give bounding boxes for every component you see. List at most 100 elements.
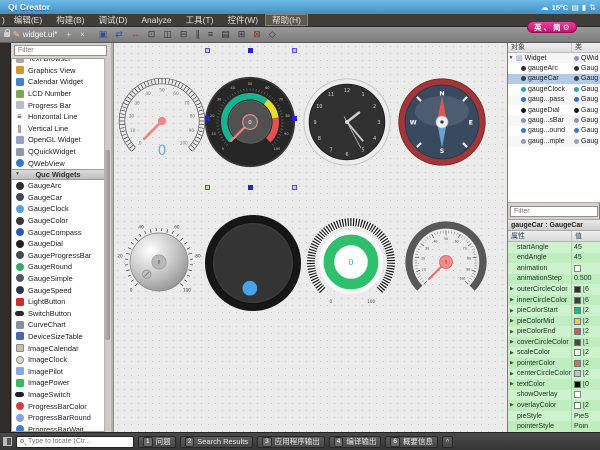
selection-handle[interactable] bbox=[205, 48, 210, 53]
tree-row-gaugeArc[interactable]: gaugeArcGaug bbox=[508, 63, 600, 73]
expand-arrow-icon[interactable]: ▶ bbox=[510, 381, 515, 387]
property-row-scaleColor[interactable]: ▶scaleColor[2 bbox=[508, 347, 600, 358]
property-value[interactable]: 0.500 bbox=[572, 275, 592, 282]
palette-item-ImageSwitch[interactable]: ImageSwitch bbox=[12, 389, 104, 401]
expand-arrow-icon[interactable]: ▶ bbox=[510, 308, 515, 314]
palette-item-ProgressBar[interactable]: Progress Bar bbox=[12, 99, 104, 111]
selection-handle[interactable] bbox=[292, 116, 297, 121]
property-value[interactable]: [6 bbox=[572, 297, 589, 304]
palette-item-GaugeClock[interactable]: GaugeClock bbox=[12, 203, 104, 215]
menu-item-[interactable]: ) bbox=[0, 14, 7, 26]
break-layout-icon[interactable]: ⊠ bbox=[253, 27, 261, 42]
palette-item-LCDNumber[interactable]: LCD Number bbox=[12, 88, 104, 100]
property-value[interactable] bbox=[572, 391, 581, 398]
checkbox[interactable] bbox=[574, 265, 581, 272]
ime-badge[interactable]: 英 、 简 ⚙ bbox=[527, 21, 577, 33]
menu-item-t[interactable]: 工具(T) bbox=[179, 14, 221, 26]
palette-item-ProgressBarWait[interactable]: ProgressBarWait bbox=[12, 423, 104, 432]
expand-arrow-icon[interactable]: ▼ bbox=[508, 55, 514, 61]
expand-arrow-icon[interactable]: ▶ bbox=[510, 318, 515, 324]
palette-item-ImagePower[interactable]: ImagePower bbox=[12, 377, 104, 389]
selection-handle[interactable] bbox=[292, 185, 297, 190]
selection-handle[interactable] bbox=[205, 116, 210, 121]
palette-item-GaugeCompass[interactable]: GaugeCompass bbox=[12, 226, 104, 238]
property-row-showOverlay[interactable]: showOverlay bbox=[508, 390, 600, 401]
selection-handle[interactable] bbox=[292, 48, 297, 53]
palette-item-ImageCalendar[interactable]: ImageCalendar bbox=[12, 342, 104, 354]
selection-handle[interactable] bbox=[248, 48, 253, 53]
edit-buddies-icon[interactable]: ↔ bbox=[131, 27, 140, 42]
palette-item-ImageClock[interactable]: ImageClock bbox=[12, 354, 104, 366]
checkbox[interactable] bbox=[574, 391, 581, 398]
canvas-widget-gaugeCar[interactable]: 01020304050607080901000 bbox=[204, 76, 296, 168]
property-row-pieColorStart[interactable]: ▶pieColorStart[2 bbox=[508, 305, 600, 316]
expand-arrow-icon[interactable]: ▶ bbox=[510, 371, 515, 377]
tree-row-gaugsBar[interactable]: gaug...sBarGaug bbox=[508, 115, 600, 125]
palette-scrollbar-thumb[interactable] bbox=[105, 150, 110, 340]
property-value[interactable]: [2 bbox=[572, 328, 589, 335]
palette-item-GaugeSimple[interactable]: GaugeSimple bbox=[12, 273, 104, 285]
palette-item-VerticalLine[interactable]: ∥Vertical Line bbox=[12, 123, 104, 135]
canvas-widget-gaugeArc[interactable]: 01020304050607080901000 bbox=[116, 75, 208, 167]
menu-item-e[interactable]: 编辑(E) bbox=[7, 14, 49, 26]
ime-gear-icon[interactable]: ⚙ bbox=[563, 23, 570, 32]
output-pane-button-6[interactable]: 6概要信息 bbox=[385, 436, 438, 448]
property-row-innerCircleColor[interactable]: ▶innerCircleColor[6 bbox=[508, 295, 600, 306]
palette-item-GaugeRound[interactable]: GaugeRound bbox=[12, 261, 104, 273]
palette-item-ProgressBarColor[interactable]: ProgressBarColor bbox=[12, 400, 104, 412]
edit-widgets-icon[interactable]: ▣ bbox=[99, 27, 108, 42]
battery-icon[interactable]: ▮ bbox=[582, 3, 586, 12]
palette-item-GaugeDial[interactable]: GaugeDial bbox=[12, 238, 104, 250]
float-tab-button[interactable]: + bbox=[66, 30, 71, 39]
property-row-pieStyle[interactable]: pieStylePieS bbox=[508, 411, 600, 422]
palette-item-GaugeProgressBar[interactable]: GaugeProgressBar bbox=[12, 250, 104, 262]
layout-splitter-horizontal-icon[interactable]: ∥ bbox=[195, 27, 200, 42]
tree-row-gaugeDial[interactable]: gaugeDialGaug bbox=[508, 105, 600, 115]
property-value[interactable]: Poin bbox=[572, 423, 588, 430]
output-pane-button-1[interactable]: 1问题 bbox=[138, 436, 176, 448]
palette-item-LightButton[interactable]: LightButton bbox=[12, 296, 104, 308]
palette-item-GaugeCar[interactable]: GaugeCar bbox=[12, 192, 104, 204]
output-pane-button-3[interactable]: 3应用程序输出 bbox=[257, 436, 325, 448]
expand-output-button[interactable]: ^ bbox=[442, 436, 453, 448]
layout-vertical-icon[interactable]: ⊟ bbox=[180, 27, 188, 42]
palette-item-GaugeArc[interactable]: GaugeArc bbox=[12, 180, 104, 192]
canvas-widget-gaugeClock[interactable]: 123456789101112 bbox=[302, 77, 392, 167]
property-row-textColor[interactable]: ▶textColor[0 bbox=[508, 379, 600, 390]
selection-handle[interactable] bbox=[205, 185, 210, 190]
palette-item-QWebView[interactable]: QWebView bbox=[12, 157, 104, 169]
menu-item-h[interactable]: 帮助(H) bbox=[265, 14, 308, 26]
weather-icon[interactable]: ☁ bbox=[541, 3, 549, 12]
property-value[interactable]: [6 bbox=[572, 286, 589, 293]
tree-row-gaugeClock[interactable]: gaugeClockGaug bbox=[508, 84, 600, 94]
palette-item-ProgressBarRound[interactable]: ProgressBarRound bbox=[12, 412, 104, 424]
tree-row-Widget[interactable]: ▼▨WidgetQWid bbox=[508, 53, 600, 63]
property-row-animation[interactable]: animation bbox=[508, 263, 600, 274]
property-row-coverCircleColor[interactable]: ▶coverCircleColor[1 bbox=[508, 337, 600, 348]
output-pane-toggle-icon[interactable] bbox=[3, 437, 12, 446]
palette-item-SwitchButton[interactable]: SwitchButton bbox=[12, 307, 104, 319]
menu-item-b[interactable]: 构建(B) bbox=[49, 14, 91, 26]
expand-arrow-icon[interactable]: ▶ bbox=[510, 350, 515, 356]
expand-arrow-icon[interactable]: ▶ bbox=[510, 339, 515, 345]
palette-item-DeviceSizeTable[interactable]: DeviceSizeTable bbox=[12, 331, 104, 343]
widget-filter-input[interactable] bbox=[14, 45, 107, 56]
property-value[interactable]: [2 bbox=[572, 370, 589, 377]
close-tab-button[interactable]: × bbox=[80, 30, 85, 39]
expand-arrow-icon[interactable]: ▶ bbox=[510, 329, 515, 335]
menu-item-d[interactable]: 调试(D) bbox=[92, 14, 135, 26]
property-row-pointerColor[interactable]: ▶pointerColor[2 bbox=[508, 358, 600, 369]
property-value[interactable]: [2 bbox=[572, 360, 589, 367]
expand-arrow-icon[interactable]: ▶ bbox=[510, 360, 515, 366]
palette-item-CurveChart[interactable]: CurveChart bbox=[12, 319, 104, 331]
canvas-widget-gaugeProgressBar[interactable] bbox=[204, 214, 302, 312]
layout-grid-icon[interactable]: ⊞ bbox=[238, 27, 246, 42]
output-pane-button-2[interactable]: 2Search Results bbox=[180, 436, 253, 448]
property-value[interactable]: 45 bbox=[572, 244, 582, 251]
expand-arrow-icon[interactable]: ▶ bbox=[510, 297, 515, 303]
palette-item-GaugeSpeed[interactable]: GaugeSpeed bbox=[12, 284, 104, 296]
tree-row-gaugound[interactable]: gaug...oundGaug bbox=[508, 126, 600, 136]
palette-item-ImagePilot[interactable]: ImagePilot bbox=[12, 365, 104, 377]
palette-section-quc-widgets[interactable]: ▼Quc Widgets bbox=[12, 169, 104, 180]
tree-row-gaugmple[interactable]: gaug...mpleGaug bbox=[508, 136, 600, 146]
